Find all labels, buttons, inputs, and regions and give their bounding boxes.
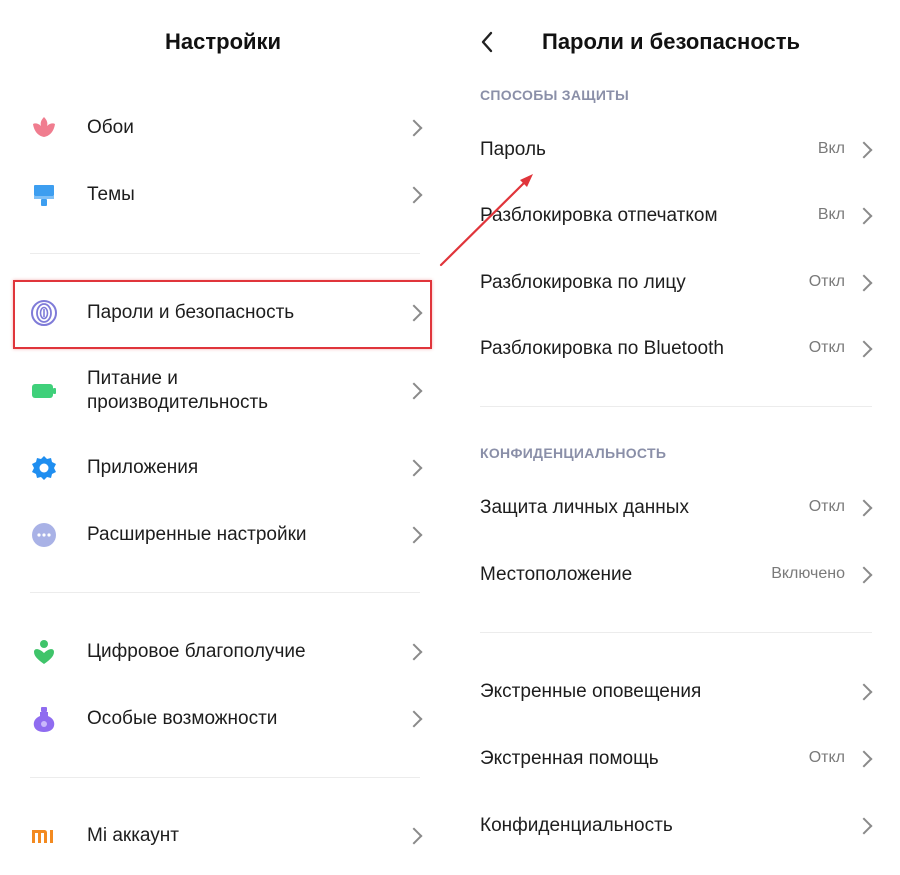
chevron-right-icon	[855, 750, 873, 768]
chevron-right-icon	[855, 566, 873, 584]
chevron-right-icon	[855, 817, 873, 835]
settings-item-accessibility[interactable]: Особые возможности	[30, 701, 430, 737]
security-item-privacy[interactable]: Конфиденциальность	[480, 808, 875, 844]
chevron-left-icon	[481, 31, 493, 53]
security-item-emergency-help[interactable]: Экстренная помощь Откл	[480, 741, 875, 777]
security-item-label: Пароль	[480, 139, 546, 160]
settings-item-label: Приложения	[87, 457, 199, 478]
security-item-value: Включено	[771, 565, 845, 582]
divider	[30, 592, 420, 593]
security-item-value: Откл	[808, 339, 845, 356]
chevron-right-icon	[405, 526, 423, 544]
mi-icon	[32, 830, 53, 843]
chevron-right-icon	[405, 643, 423, 661]
security-item-label: Экстренная помощь	[480, 748, 659, 769]
security-item-bluetooth-unlock[interactable]: Разблокировка по Bluetooth Откл	[480, 331, 875, 367]
themes-icon	[34, 185, 54, 206]
settings-item-label: Mi аккаунт	[87, 825, 179, 846]
security-item-label: Защита личных данных	[480, 497, 689, 518]
right-title: Пароли и безопасность	[542, 29, 801, 54]
section-header-protection: СПОСОБЫ ЗАЩИТЫ	[480, 87, 630, 103]
security-item-value: Откл	[808, 749, 845, 766]
settings-item-label: Цифровое благополучие	[87, 641, 306, 662]
chevron-right-icon	[405, 710, 423, 728]
security-item-label: Разблокировка по лицу	[480, 272, 686, 293]
security-item-value: Откл	[808, 498, 845, 515]
chevron-right-icon	[405, 304, 423, 322]
security-item-value: Вкл	[817, 140, 845, 157]
settings-item-advanced[interactable]: Расширенные настройки	[30, 517, 430, 553]
battery-icon	[32, 384, 56, 398]
divider	[480, 406, 872, 407]
settings-item-label: Темы	[87, 184, 135, 205]
settings-item-wallpaper[interactable]: Обои	[30, 110, 430, 146]
settings-item-label: Питание и производительность	[87, 368, 269, 413]
section-header-privacy: КОНФИДЕНЦИАЛЬНОСТЬ	[480, 445, 667, 461]
settings-item-apps[interactable]: Приложения	[30, 450, 430, 486]
settings-item-label: Расширенные настройки	[87, 524, 307, 545]
security-item-value: Откл	[808, 273, 845, 290]
left-title: Настройки	[165, 29, 282, 54]
chevron-right-icon	[855, 141, 873, 159]
fingerprint-icon	[31, 300, 57, 326]
settings-item-mi-account[interactable]: Mi аккаунт	[30, 818, 430, 854]
chevron-right-icon	[405, 459, 423, 477]
chevron-right-icon	[405, 119, 423, 137]
accessibility-icon	[33, 707, 55, 732]
chevron-right-icon	[855, 274, 873, 292]
security-item-face-unlock[interactable]: Разблокировка по лицу Откл	[480, 265, 875, 301]
security-item-value: Вкл	[817, 206, 845, 223]
chevron-right-icon	[405, 382, 423, 400]
chevron-right-icon	[855, 207, 873, 225]
settings-item-label: Пароли и безопасность	[87, 302, 295, 323]
security-item-label: Экстренные оповещения	[480, 681, 702, 702]
security-item-data-protection[interactable]: Защита личных данных Откл	[480, 490, 875, 526]
security-item-location[interactable]: Местоположение Включено	[480, 557, 875, 593]
digital-wellbeing-icon	[34, 640, 54, 664]
chevron-right-icon	[405, 827, 423, 845]
settings-item-label: Особые возможности	[87, 708, 278, 729]
apps-gear-icon	[32, 456, 56, 480]
security-item-label: Конфиденциальность	[480, 815, 673, 836]
security-item-label: Разблокировка по Bluetooth	[480, 338, 724, 359]
chevron-right-icon	[405, 186, 423, 204]
settings-item-themes[interactable]: Темы	[30, 177, 430, 213]
settings-item-digital-wellbeing[interactable]: Цифровое благополучие	[30, 634, 430, 670]
settings-item-battery-performance[interactable]: Питание и производительность	[30, 366, 430, 416]
security-item-label: Разблокировка отпечатком	[480, 205, 718, 226]
chevron-right-icon	[855, 683, 873, 701]
divider	[30, 253, 420, 254]
chevron-right-icon	[855, 499, 873, 517]
security-item-emergency-alerts[interactable]: Экстренные оповещения	[480, 674, 875, 710]
wallpaper-icon	[33, 117, 55, 137]
security-item-password[interactable]: Пароль Вкл	[480, 132, 875, 168]
security-item-fingerprint[interactable]: Разблокировка отпечатком Вкл	[480, 198, 875, 234]
divider	[480, 632, 872, 633]
back-button[interactable]	[476, 30, 500, 54]
chevron-right-icon	[855, 340, 873, 358]
divider	[30, 777, 420, 778]
settings-item-passwords-security[interactable]: Пароли и безопасность	[30, 295, 430, 331]
settings-item-label: Обои	[87, 117, 134, 138]
security-item-label: Местоположение	[480, 564, 633, 585]
more-dots-icon	[32, 523, 56, 547]
